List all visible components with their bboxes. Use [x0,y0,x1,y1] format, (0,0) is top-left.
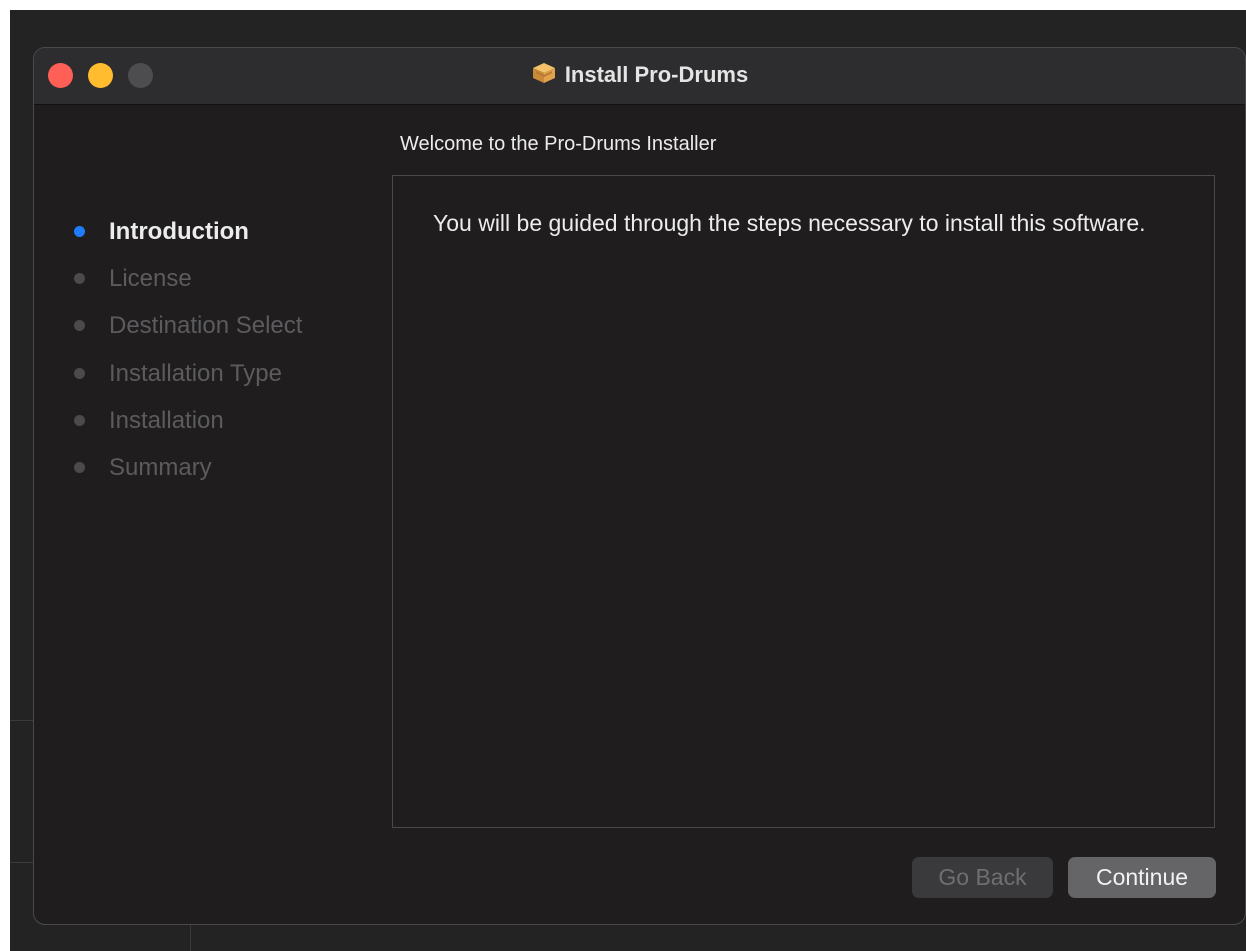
desktop-top-edge [0,0,1246,10]
step-indicator-dot [74,415,85,426]
step-indicator-dot [74,320,85,331]
content-panel[interactable]: You will be guided through the steps nec… [392,175,1215,828]
continue-button[interactable]: Continue [1068,857,1216,898]
step-indicator-dot [74,226,85,237]
window-title-container: Install Pro-Drums [34,61,1245,88]
step-label: Installation [109,407,224,434]
step-indicator-dot [74,368,85,379]
step-indicator-dot [74,273,85,284]
package-icon [532,63,555,83]
step-label: License [109,265,192,292]
step-label: Installation Type [109,360,283,387]
intro-text: You will be guided through the steps nec… [433,210,1146,236]
step-indicator-dot [74,462,85,473]
title-bar[interactable]: Install Pro-Drums [34,48,1245,105]
step-label: Introduction [109,218,249,245]
desktop: Install Pro-Drums Welcome to the Pro-Dru… [0,0,1246,951]
installer-window: Install Pro-Drums Welcome to the Pro-Dru… [33,47,1246,925]
desktop-left-edge [0,0,10,951]
step-label: Summary [109,454,212,481]
go-back-button[interactable]: Go Back [912,857,1053,898]
window-title: Install Pro-Drums [564,62,749,87]
step-label: Destination Select [109,312,303,339]
page-heading: Welcome to the Pro-Drums Installer [400,133,717,155]
